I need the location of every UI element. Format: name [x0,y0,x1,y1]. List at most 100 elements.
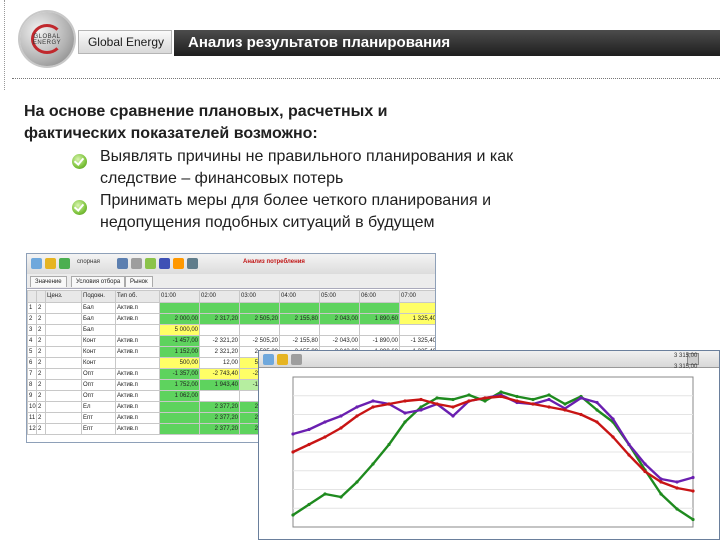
table-cell[interactable] [199,302,240,314]
table-cell[interactable] [45,390,82,402]
chart-print-icon[interactable] [291,354,302,365]
refresh-icon[interactable] [59,258,70,269]
column-header[interactable]: 02:00 [199,290,240,303]
table-cell[interactable]: Бал [81,324,116,336]
table-cell[interactable]: Епт [81,423,116,435]
column-header[interactable]: 03:00 [239,290,280,303]
table-cell[interactable]: -1 890,00 [359,335,400,347]
table-cell[interactable]: Ел [81,401,116,413]
table-cell[interactable]: 1 062,00 [159,390,200,402]
save-icon[interactable] [117,258,128,269]
tab-filter-conditions[interactable]: Условия отбора [71,276,126,287]
table-cell[interactable]: -2 155,80 [279,335,320,347]
column-header[interactable]: Ценз. [45,290,82,303]
table-cell[interactable]: 1 152,00 [159,346,200,358]
table-cell[interactable]: 2 [36,412,46,424]
column-header[interactable]: Тип об. [115,290,160,303]
export-icon[interactable] [173,258,184,269]
table-cell[interactable]: 1 890,60 [359,313,400,325]
column-header[interactable]: 05:00 [319,290,360,303]
table-cell[interactable]: 2 [27,313,37,325]
table-cell[interactable]: Актив.п [115,346,160,358]
table-row[interactable]: 4 2 Конт Актив.п -1 457,00 -2 321,20 -2 505,20… [27,335,435,347]
column-header[interactable] [36,290,46,303]
table-cell[interactable]: -2 321,20 [199,335,240,347]
table-cell[interactable]: 2 [36,423,46,435]
table-cell[interactable]: 2 377,20 [199,401,240,413]
table-cell[interactable]: Конт [81,357,116,369]
table-cell[interactable]: Актив.п [115,390,160,402]
table-cell[interactable]: 4 [27,335,37,347]
table-cell[interactable] [115,357,160,369]
table-cell[interactable]: 2 [36,379,46,391]
column-header[interactable]: Подокн. [81,290,116,303]
filter-icon[interactable] [145,258,156,269]
table-cell[interactable] [239,324,280,336]
table-cell[interactable] [45,401,82,413]
table-cell[interactable] [45,412,82,424]
table-cell[interactable] [45,324,82,336]
table-cell[interactable] [279,324,320,336]
chart-settings-icon[interactable] [277,354,288,365]
table-cell[interactable] [359,302,400,314]
table-cell[interactable]: Опт [81,379,116,391]
table-cell[interactable]: -2 505,20 [239,335,280,347]
table-cell[interactable]: 6 [27,357,37,369]
table-cell[interactable]: -1 325,40 [399,335,435,347]
table-cell[interactable]: 1 943,40 [199,379,240,391]
table-cell[interactable]: Опт [81,390,116,402]
table-cell[interactable]: Бал [81,313,116,325]
table-cell[interactable]: 9 [27,390,37,402]
table-cell[interactable]: Актив.п [115,379,160,391]
table-cell[interactable] [159,302,200,314]
table-cell[interactable] [359,324,400,336]
table-cell[interactable]: Епт [81,412,116,424]
table-row[interactable]: 2 2 Бал Актив.п 2 000,00 2 317,20 2 505,20 2 15… [27,313,435,325]
table-cell[interactable] [279,302,320,314]
column-header[interactable]: 07:00 [399,290,435,303]
table-cell[interactable] [45,423,82,435]
table-cell[interactable]: 2 [36,357,46,369]
table-cell[interactable]: 7 [27,368,37,380]
table-cell[interactable]: 10 [27,401,37,413]
table-cell[interactable] [45,302,82,314]
table-cell[interactable]: 2 321,20 [199,346,240,358]
table-cell[interactable]: 2 317,20 [199,313,240,325]
table-cell[interactable]: -2 743,40 [199,368,240,380]
table-cell[interactable] [45,346,82,358]
table-cell[interactable]: 2 [36,313,46,325]
chart-zoom-icon[interactable] [263,354,274,365]
table-cell[interactable]: -2 043,00 [319,335,360,347]
table-cell[interactable]: Опт [81,368,116,380]
table-cell[interactable]: 2 043,00 [319,313,360,325]
table-cell[interactable] [115,324,160,336]
table-cell[interactable]: 2 [36,335,46,347]
table-cell[interactable]: 12 [27,423,37,435]
table-cell[interactable] [399,324,435,336]
table-cell[interactable]: 1 752,00 [159,379,200,391]
table-cell[interactable] [319,302,360,314]
table-cell[interactable]: 3 [27,324,37,336]
table-cell[interactable] [399,302,435,314]
table-cell[interactable]: 2 [36,401,46,413]
column-header[interactable]: 04:00 [279,290,320,303]
table-cell[interactable] [159,401,200,413]
table-cell[interactable]: Конт [81,346,116,358]
table-row[interactable]: 1 2 Бал Актив.п [27,302,435,314]
table-cell[interactable]: Актив.п [115,302,160,314]
table-cell[interactable]: Конт [81,335,116,347]
table-cell[interactable]: 5 000,00 [159,324,200,336]
chart-icon[interactable] [159,258,170,269]
table-cell[interactable]: 2 505,20 [239,313,280,325]
settings-icon[interactable] [187,258,198,269]
table-cell[interactable]: 2 [36,368,46,380]
table-cell[interactable] [45,379,82,391]
table-cell[interactable]: Актив.п [115,313,160,325]
table-cell[interactable]: Актив.п [115,412,160,424]
tab-values[interactable]: Значение [30,276,67,287]
table-cell[interactable]: 2 [36,302,46,314]
column-header[interactable] [27,290,37,303]
table-cell[interactable] [319,324,360,336]
table-cell[interactable]: -1 457,00 [159,335,200,347]
table-cell[interactable]: Актив.п [115,368,160,380]
